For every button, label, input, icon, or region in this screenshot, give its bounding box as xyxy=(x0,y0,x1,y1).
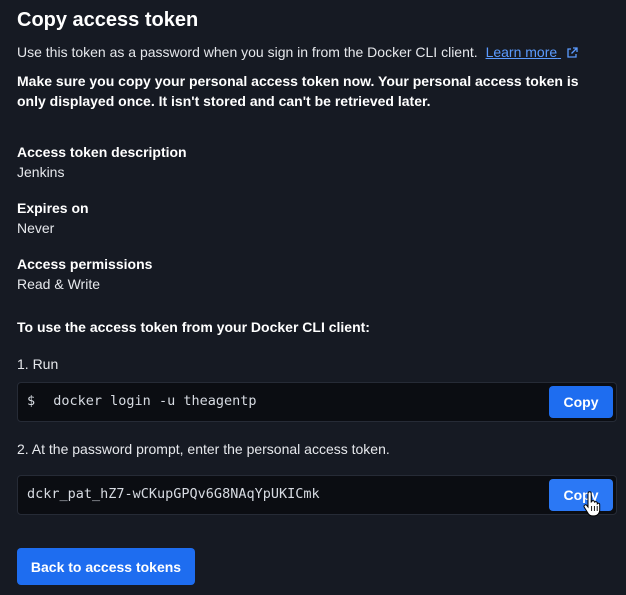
token-value: dckr_pat_hZ7-wCKupGPQv6G8NAqYpUKICmk xyxy=(27,486,320,502)
instructions-heading: To use the access token from your Docker… xyxy=(17,319,370,335)
shell-prompt: $ xyxy=(27,393,36,409)
copy-command-button[interactable]: Copy xyxy=(549,386,613,418)
description-value: Jenkins xyxy=(17,164,65,180)
external-link-icon xyxy=(567,47,578,58)
back-to-access-tokens-button[interactable]: Back to access tokens xyxy=(17,548,195,585)
step-2-text: 2. At the password prompt, enter the per… xyxy=(17,441,390,457)
login-command: $ docker login -u theagentp xyxy=(27,393,256,409)
learn-more-label: Learn more xyxy=(485,44,558,60)
login-command-box: $ docker login -u theagentp Copy xyxy=(17,382,617,422)
permissions-label: Access permissions xyxy=(17,256,153,272)
step-1-text: 1. Run xyxy=(17,356,59,372)
login-command-text: docker login -u theagentp xyxy=(53,393,257,409)
intro-text-line: Use this token as a password when you si… xyxy=(17,44,578,60)
expires-value: Never xyxy=(17,220,55,236)
learn-more-link[interactable]: Learn more xyxy=(486,44,578,60)
warning-text: Make sure you copy your personal access … xyxy=(17,73,579,109)
permissions-value: Read & Write xyxy=(17,276,100,292)
intro-text: Use this token as a password when you si… xyxy=(17,44,478,60)
token-box: dckr_pat_hZ7-wCKupGPQv6G8NAqYpUKICmk Cop… xyxy=(17,475,617,515)
copy-token-button[interactable]: Copy xyxy=(549,479,613,511)
dialog-title: Copy access token xyxy=(17,9,199,31)
description-label: Access token description xyxy=(17,144,187,160)
expires-label: Expires on xyxy=(17,200,89,216)
